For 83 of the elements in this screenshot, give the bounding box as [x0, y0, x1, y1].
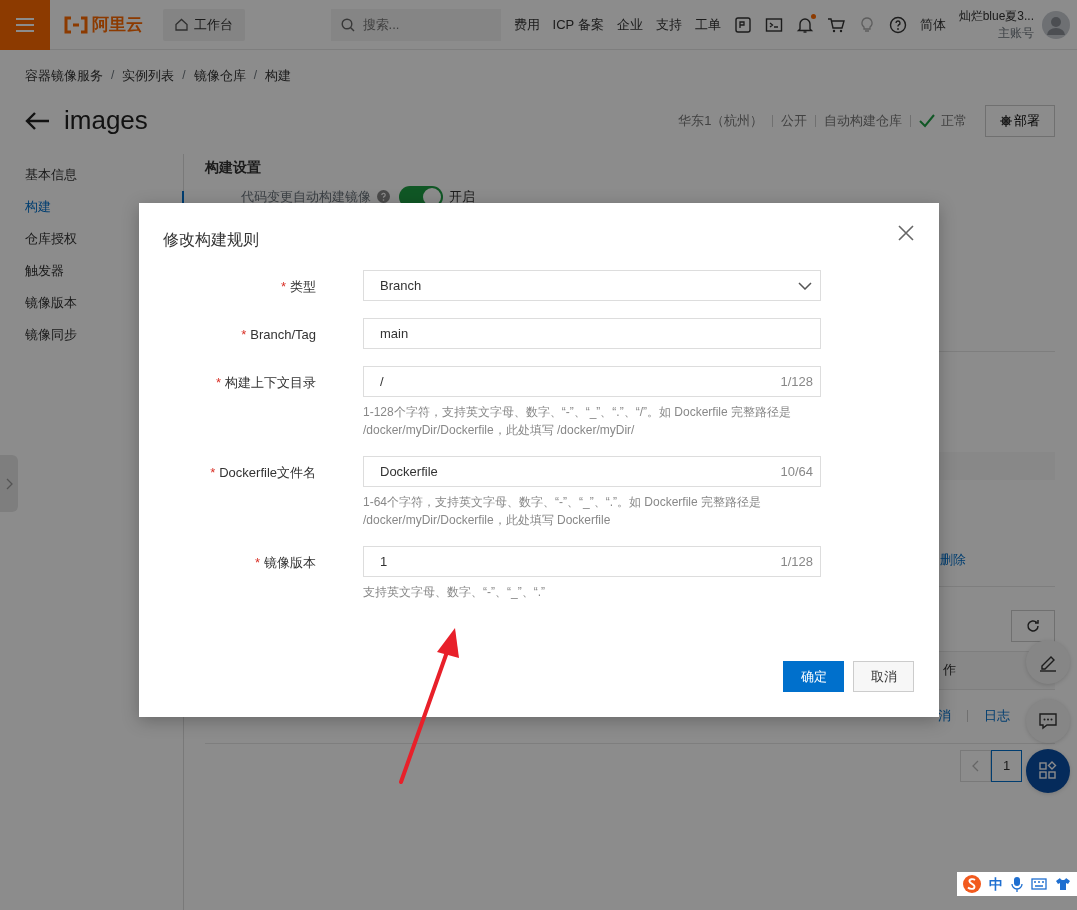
required-mark: * — [254, 555, 260, 570]
refresh-button[interactable] — [1011, 609, 1055, 642]
search-field[interactable]: 搜索... — [330, 8, 501, 41]
keyboard-icon[interactable] — [1031, 878, 1047, 890]
required-mark: * — [241, 327, 247, 342]
chevron-right-icon — [5, 477, 13, 490]
sidebar-item[interactable]: 基本信息 — [0, 158, 184, 191]
language-link[interactable]: 简体 — [919, 14, 946, 35]
char-counter: 1/128 — [780, 373, 813, 391]
nav-link[interactable]: 企业 — [616, 14, 643, 35]
cart-icon[interactable] — [826, 15, 845, 34]
status-text: 正常 — [941, 111, 967, 130]
apps-button[interactable] — [1026, 749, 1070, 793]
field-label: Branch/Tag — [250, 327, 316, 342]
nav-link[interactable]: 工单 — [694, 14, 721, 35]
confirm-button[interactable]: 确定 — [783, 661, 844, 692]
logo-icon — [63, 15, 89, 34]
action-link[interactable]: 日志 — [984, 706, 1010, 726]
menu-icon — [15, 16, 35, 33]
chat-icon — [1038, 711, 1058, 731]
field-label: 类型 — [290, 279, 316, 294]
required-mark: * — [280, 279, 286, 294]
section-heading: 构建设置 — [205, 157, 262, 177]
help-text: 支持英文字母、数字、“-”、“_”、“.” — [363, 584, 546, 601]
search-icon — [340, 17, 355, 32]
required-mark: * — [215, 375, 221, 390]
microphone-icon[interactable] — [1011, 876, 1023, 892]
check-icon — [918, 113, 935, 128]
back-arrow-icon[interactable] — [24, 110, 50, 131]
refresh-icon — [1026, 618, 1040, 633]
field-label: 镜像版本 — [264, 555, 316, 570]
home-icon — [174, 18, 188, 31]
breadcrumb-link[interactable]: 容器镜像服务 — [25, 66, 103, 86]
feedback-button[interactable] — [1026, 699, 1070, 743]
required-mark: * — [210, 465, 216, 480]
nav-link[interactable]: 费用 — [513, 14, 540, 35]
breadcrumb-separator: / — [253, 67, 258, 84]
column-header: 作 — [943, 661, 956, 680]
terminal-icon[interactable] — [764, 15, 783, 34]
page-button[interactable]: 1 — [991, 749, 1022, 782]
input-field[interactable]: main — [363, 318, 821, 349]
dialog-title: 修改构建规则 — [163, 230, 259, 250]
char-counter: 10/64 — [780, 463, 813, 481]
page-title: images — [64, 104, 148, 137]
toggle-state: 开启 — [449, 187, 476, 206]
edit-button[interactable] — [1026, 640, 1070, 684]
breadcrumb-separator: / — [111, 67, 115, 84]
breadcrumb-separator: / — [182, 67, 186, 84]
nav-link[interactable]: ICP 备案 — [552, 14, 604, 35]
field-label: 构建上下文目录 — [225, 375, 316, 390]
user-name[interactable]: 灿烂blue夏3... — [958, 8, 1034, 25]
delete-link[interactable]: 删除 — [940, 550, 966, 570]
workbench-button[interactable]: 工作台 — [162, 8, 245, 41]
action-link[interactable]: 消 — [938, 706, 951, 726]
nav-link[interactable]: 支持 — [655, 14, 682, 35]
bell-icon[interactable] — [795, 15, 814, 34]
close-icon — [898, 225, 914, 241]
shirt-icon[interactable] — [1055, 877, 1071, 891]
repo-tag: 自动构建仓库 — [823, 110, 902, 131]
account-type: 主账号 — [997, 24, 1034, 41]
avatar[interactable] — [1042, 10, 1070, 39]
field-label: Dockerfile文件名 — [219, 465, 316, 480]
input-mode[interactable]: 中 — [989, 873, 1003, 895]
unread-dot — [810, 13, 816, 19]
help-text: 1-64个字符，支持英文字母、数字、“-”、“_”、“.”。如 Dockerfile 完整路径是 /docker/myDir/Dockerfile，此处填写 Dockerfile — [363, 494, 762, 529]
help-text: 1-128个字符，支持英文字母、数字、“-”、“_”、“.”、“/”。如 Dockerfile 完整路径是 /docker/myDir/Dockerfile，此处填写 /docker/myDir/ — [363, 404, 792, 439]
breadcrumb-link[interactable]: 构建 — [265, 66, 292, 86]
helm-icon — [1000, 114, 1012, 127]
apps-icon — [1038, 761, 1058, 781]
help-icon[interactable] — [888, 15, 907, 34]
api-icon[interactable] — [733, 15, 752, 34]
repo-tag: 公开 — [780, 110, 807, 131]
char-counter: 1/128 — [780, 553, 813, 571]
chevron-left-icon — [971, 759, 980, 772]
cancel-button[interactable]: 取消 — [853, 661, 914, 692]
dropdown[interactable]: Branch — [363, 270, 821, 301]
breadcrumb-link[interactable]: 实例列表 — [122, 66, 175, 86]
chevron-down-icon — [798, 281, 812, 290]
ime-logo-icon — [963, 875, 981, 893]
breadcrumb-link[interactable]: 镜像仓库 — [193, 66, 246, 86]
setting-label: 代码变更自动构建镜像 — [241, 187, 371, 206]
deploy-button[interactable]: 部署 — [985, 104, 1055, 137]
repo-tag: 华东1（杭州） — [678, 110, 764, 131]
